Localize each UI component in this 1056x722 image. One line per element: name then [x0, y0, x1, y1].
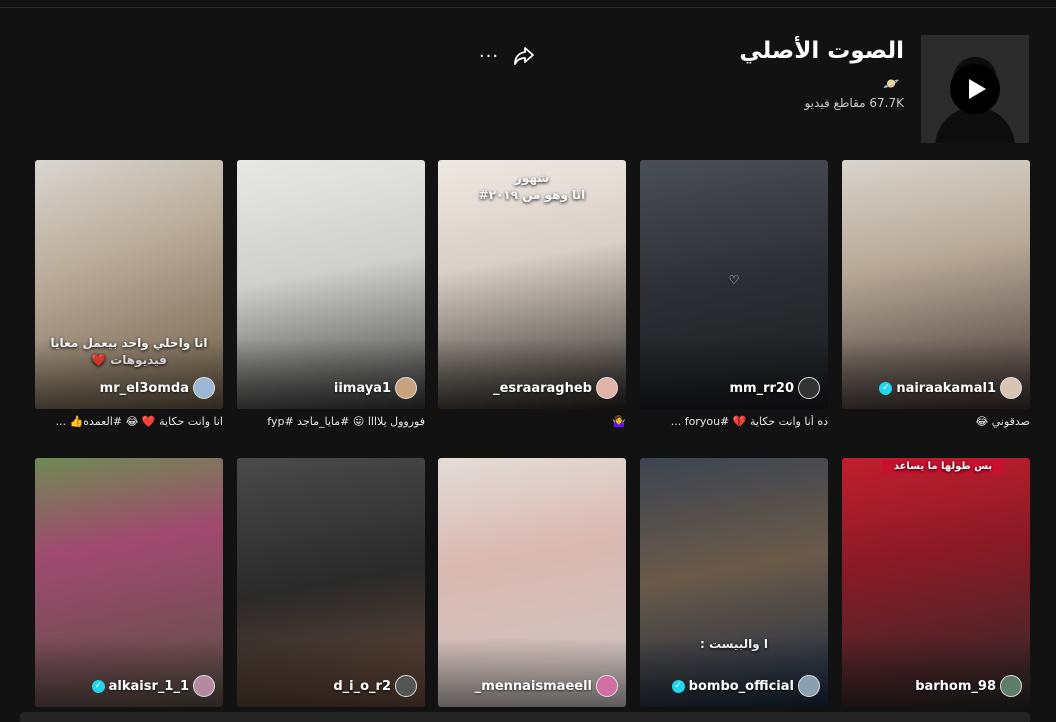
more-icon: ···	[478, 45, 500, 67]
video-username: _esraaragheb	[493, 380, 592, 396]
video-count: 67.7K مقاطع فيديو	[804, 96, 904, 110]
avatar	[1000, 377, 1022, 399]
sound-header: الصوت الأصلي 🪐 67.7K مقاطع فيديو ···	[0, 0, 1056, 150]
video-overlay-text: شهور انا وهو من ٢٠١٩#	[478, 171, 586, 202]
video-author[interactable]: mm_rr20	[729, 377, 820, 399]
video-author[interactable]: ✓ nairaakamal1	[879, 377, 1022, 399]
avatar	[1000, 675, 1022, 697]
video-username: bombo_official	[688, 678, 794, 694]
video-caption[interactable]: 🤷‍♀️	[438, 415, 626, 428]
verified-icon: ✓	[671, 679, 685, 693]
play-icon	[950, 64, 1000, 114]
video-overlay-text: ♡	[728, 273, 740, 287]
video-card[interactable]: انا واحلي واحد بيعمل معايا فيديوهات ❤️mr…	[35, 160, 223, 409]
avatar	[193, 377, 215, 399]
video-author[interactable]: _esraaragheb	[493, 377, 618, 399]
video-card[interactable]: iimaya1	[237, 160, 425, 409]
video-card[interactable]: ✓ alkaisr_1_1	[35, 458, 223, 707]
video-card[interactable]: d_i_o_r2	[237, 458, 425, 707]
video-username: _mennaismaeell	[474, 678, 592, 694]
more-button[interactable]: ···	[477, 44, 501, 68]
video-author[interactable]: barhom_98	[915, 675, 1022, 697]
share-icon	[514, 47, 534, 65]
video-card[interactable]: بس طولها ما يساعد barhom_98	[842, 458, 1030, 707]
video-username: mm_rr20	[729, 380, 794, 396]
video-card[interactable]: ا والبيست :✓bombo_official	[640, 458, 828, 707]
verified-icon: ✓	[879, 381, 893, 395]
video-caption[interactable]: فوروول يلاااا 😛 #مايا_ماجد #fyp	[237, 415, 425, 428]
video-username: alkaisr_1_1	[108, 678, 189, 694]
video-username: barhom_98	[915, 678, 996, 694]
video-author[interactable]: ✓ bombo_official	[671, 675, 820, 697]
avatar	[596, 377, 618, 399]
avatar	[395, 675, 417, 697]
video-card[interactable]: _mennaismaeell	[438, 458, 626, 707]
video-username: nairaakamal1	[896, 380, 996, 396]
avatar	[193, 675, 215, 697]
video-overlay-text: بس طولها ما يساعد	[882, 460, 1004, 474]
video-caption[interactable]: انا وانت حكاية ❤️ 😂 #العمده👍 ...	[35, 415, 223, 428]
video-username: iimaya1	[333, 380, 391, 396]
avatar	[395, 377, 417, 399]
sound-cover[interactable]	[921, 35, 1029, 143]
video-card[interactable]: ✓ nairaakamal1	[842, 160, 1030, 409]
avatar	[798, 675, 820, 697]
planet-icon[interactable]: 🪐	[883, 77, 899, 92]
play-button[interactable]	[921, 35, 1029, 143]
sound-title: الصوت الأصلي	[739, 38, 904, 64]
video-author[interactable]: d_i_o_r2	[333, 675, 417, 697]
share-button[interactable]	[512, 44, 536, 68]
video-author[interactable]: ✓ alkaisr_1_1	[91, 675, 215, 697]
video-card[interactable]: ♡ mm_rr20	[640, 160, 828, 409]
horizontal-scrollbar[interactable]	[20, 712, 1030, 722]
video-username: mr_el3omda	[99, 380, 189, 396]
avatar	[798, 377, 820, 399]
video-card[interactable]: شهور انا وهو من ٢٠١٩# _esraaragheb	[438, 160, 626, 409]
avatar	[596, 675, 618, 697]
video-author[interactable]: mr_el3omda	[100, 377, 215, 399]
video-caption[interactable]: صدقوني 😂	[842, 415, 1030, 428]
video-author[interactable]: iimaya1	[334, 377, 417, 399]
video-author[interactable]: _mennaismaeell	[475, 675, 618, 697]
video-username: d_i_o_r2	[333, 678, 391, 694]
video-caption[interactable]: ده أنا وانت حكاية 💔 #foryou ...	[640, 415, 828, 428]
verified-icon: ✓	[91, 679, 105, 693]
